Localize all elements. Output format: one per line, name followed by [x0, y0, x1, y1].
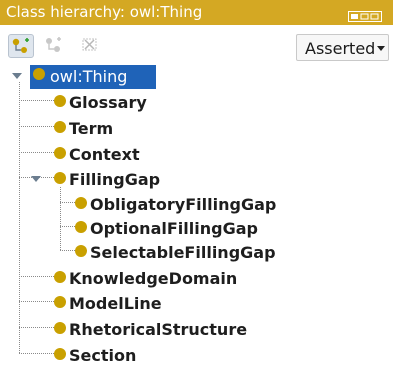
tree-connector [60, 250, 75, 251]
chevron-down-icon [377, 46, 385, 51]
collapse-toggle[interactable] [12, 73, 22, 79]
delete-class-button[interactable] [78, 34, 104, 58]
class-icon [75, 245, 87, 257]
class-icon [54, 172, 66, 184]
tree-connector [19, 82, 20, 353]
node-label: SelectableFillingGap [90, 243, 276, 262]
class-icon [54, 322, 66, 334]
class-icon [54, 296, 66, 308]
add-sibling-button[interactable] [42, 34, 68, 58]
tree-connector [19, 152, 54, 153]
delete-class-icon [82, 38, 97, 51]
collapse-toggle[interactable] [31, 176, 41, 182]
tree-connector [60, 187, 61, 250]
title-bar: Class hierarchy: owl:Thing [0, 0, 393, 25]
view-toggle-icon[interactable] [348, 7, 382, 22]
node-label: owl:Thing [50, 67, 128, 86]
class-icon [75, 221, 87, 233]
toolbar: Asserted [0, 25, 393, 65]
class-icon [54, 271, 66, 283]
class-icon [54, 95, 66, 107]
node-label: Context [69, 145, 140, 164]
node-label: OptionalFillingGap [90, 219, 258, 238]
class-icon [75, 197, 87, 209]
tree-connector [19, 100, 54, 101]
class-icon [33, 68, 45, 80]
panel-title: Class hierarchy: owl:Thing [6, 3, 203, 21]
node-label: Glossary [69, 93, 147, 112]
node-label: Term [69, 119, 114, 138]
add-sibling-icon [46, 37, 61, 52]
tree-connector [19, 276, 54, 277]
class-hierarchy-panel: Class hierarchy: owl:Thing Asserted owl:… [0, 0, 393, 385]
tree-connector [19, 353, 54, 354]
tree-connector [60, 226, 75, 227]
tree-connector [60, 202, 75, 203]
class-icon [54, 147, 66, 159]
class-tree: owl:Thing Glossary Term Context FillingG… [0, 65, 393, 385]
tree-connector [19, 327, 54, 328]
class-icon [54, 121, 66, 133]
node-label: RhetoricalStructure [69, 320, 248, 339]
add-subclass-button[interactable] [8, 34, 34, 58]
add-subclass-icon [12, 38, 29, 53]
tree-connector [19, 126, 54, 127]
class-icon [54, 348, 66, 360]
node-label: Section [69, 346, 137, 365]
node-label: KnowledgeDomain [69, 269, 238, 288]
node-label: ModelLine [69, 294, 162, 313]
tree-connector [19, 301, 54, 302]
view-mode-select[interactable]: Asserted [296, 34, 389, 61]
view-mode-label: Asserted [305, 39, 376, 58]
node-label: ObligatoryFillingGap [90, 195, 277, 214]
tree-node-owl-thing[interactable]: owl:Thing [30, 65, 156, 89]
node-label: FillingGap [69, 170, 161, 189]
